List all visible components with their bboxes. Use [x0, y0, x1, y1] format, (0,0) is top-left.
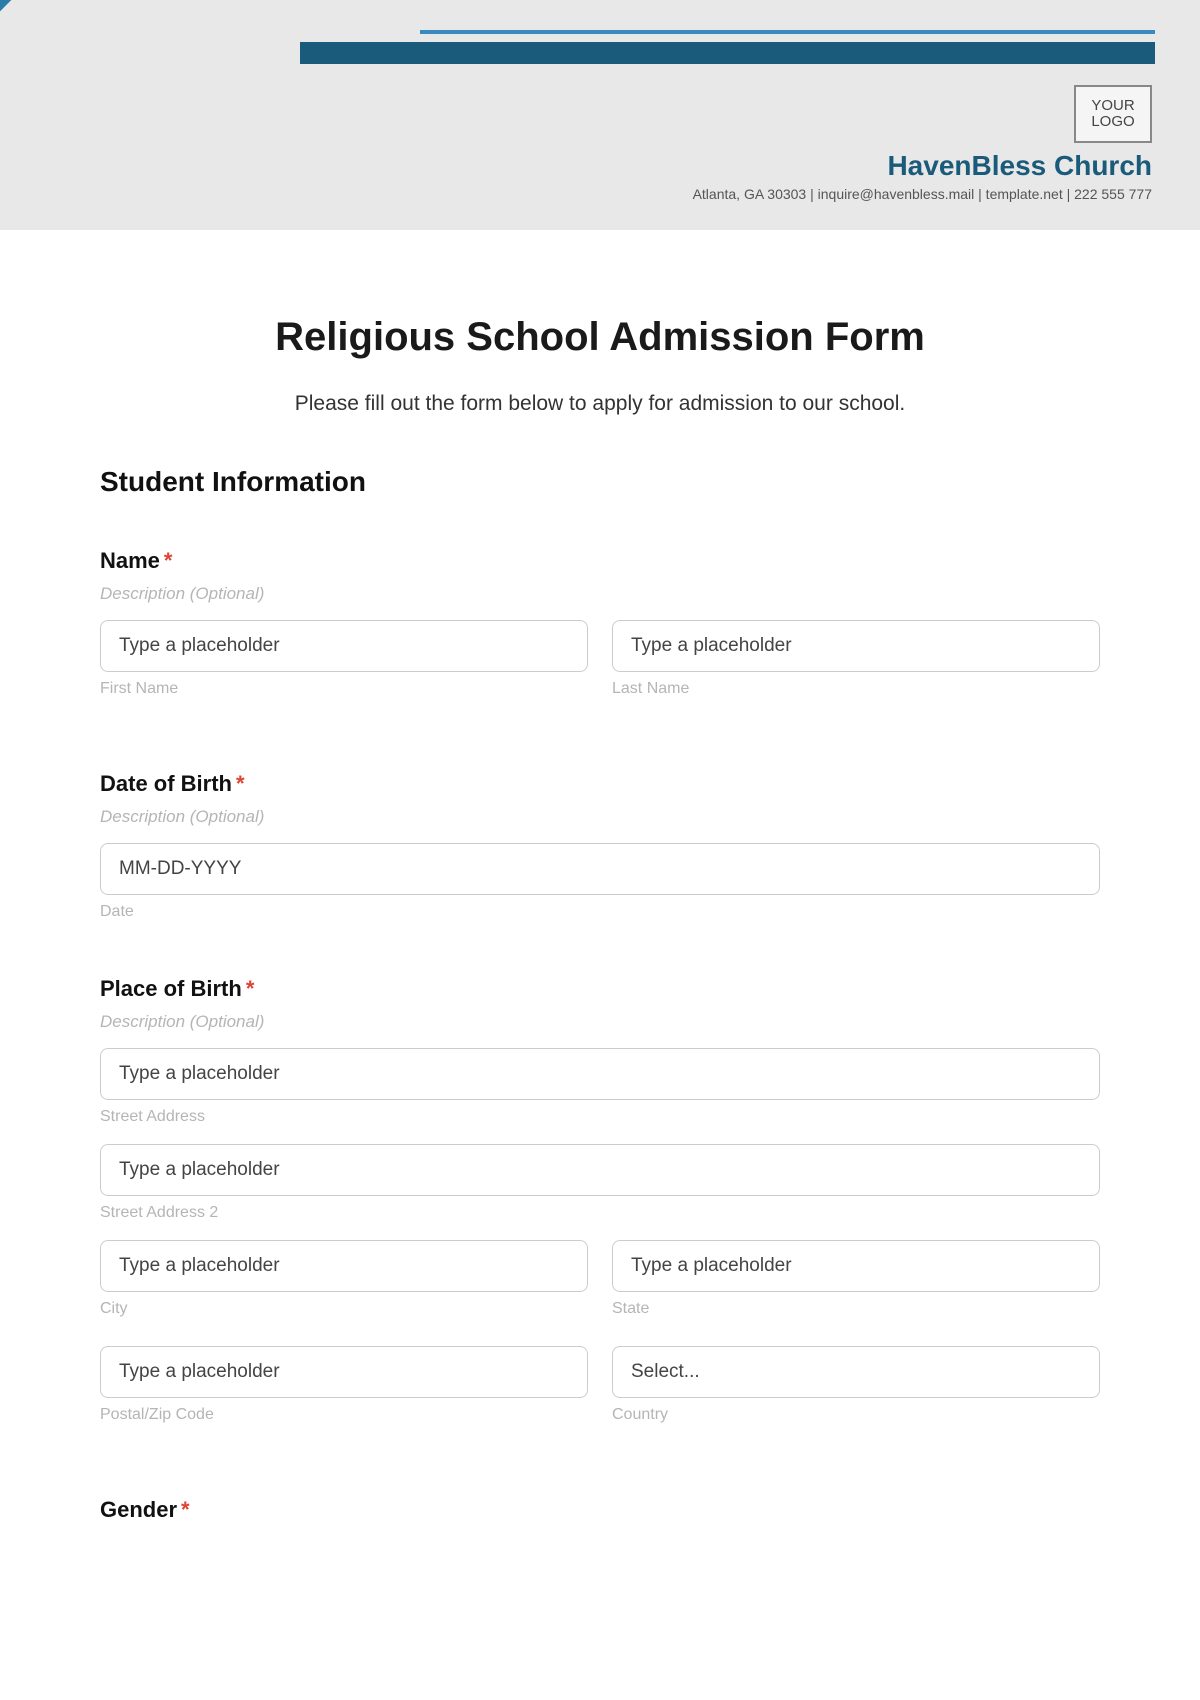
header-banner: YOUR LOGO HavenBless Church Atlanta, GA …: [0, 0, 1200, 230]
street-address-sublabel: Street Address: [100, 1108, 1100, 1126]
postal-input[interactable]: [100, 1346, 588, 1398]
last-name-sublabel: Last Name: [612, 680, 1100, 698]
street-address-input[interactable]: [100, 1048, 1100, 1100]
decor-line: [420, 30, 1155, 34]
gender-label: Gender*: [100, 1497, 1100, 1523]
field-group-gender: Gender*: [100, 1497, 1100, 1523]
form-title: Religious School Admission Form: [100, 315, 1100, 360]
dob-description: Description (Optional): [100, 807, 1100, 827]
pob-label: Place of Birth*: [100, 976, 1100, 1002]
pob-label-text: Place of Birth: [100, 976, 242, 1001]
section-student-info-title: Student Information: [100, 466, 1100, 498]
first-name-input[interactable]: [100, 620, 588, 672]
city-input[interactable]: [100, 1240, 588, 1292]
organization-name: HavenBless Church: [887, 150, 1152, 182]
name-description: Description (Optional): [100, 584, 1100, 604]
form-content: Religious School Admission Form Please f…: [0, 230, 1200, 1618]
street-address-2-sublabel: Street Address 2: [100, 1204, 1100, 1222]
form-subtitle: Please fill out the form below to apply …: [100, 392, 1100, 416]
city-sublabel: City: [100, 1300, 588, 1318]
field-group-pob: Place of Birth* Description (Optional) S…: [100, 976, 1100, 1442]
country-sublabel: Country: [612, 1406, 1100, 1424]
logo-placeholder: YOUR LOGO: [1074, 85, 1152, 143]
required-asterisk: *: [181, 1497, 190, 1522]
required-asterisk: *: [236, 771, 245, 796]
organization-contact: Atlanta, GA 30303 | inquire@havenbless.m…: [693, 186, 1152, 202]
street-address-2-input[interactable]: [100, 1144, 1100, 1196]
decor-stripe: [0, 0, 390, 46]
dob-label-text: Date of Birth: [100, 771, 232, 796]
gender-label-text: Gender: [100, 1497, 177, 1522]
state-sublabel: State: [612, 1300, 1100, 1318]
dob-label: Date of Birth*: [100, 771, 1100, 797]
decor-bar: [300, 42, 1155, 64]
last-name-input[interactable]: [612, 620, 1100, 672]
field-group-dob: Date of Birth* Description (Optional) Da…: [100, 771, 1100, 921]
dob-sublabel: Date: [100, 903, 1100, 921]
dob-input[interactable]: [100, 843, 1100, 895]
required-asterisk: *: [164, 548, 173, 573]
name-label-text: Name: [100, 548, 160, 573]
decor-stripe: [0, 0, 409, 5]
name-label: Name*: [100, 548, 1100, 574]
state-input[interactable]: [612, 1240, 1100, 1292]
first-name-sublabel: First Name: [100, 680, 588, 698]
decor-stripe: [0, 0, 396, 22]
field-group-name: Name* Description (Optional) First Name …: [100, 548, 1100, 716]
postal-sublabel: Postal/Zip Code: [100, 1406, 588, 1424]
pob-description: Description (Optional): [100, 1012, 1100, 1032]
required-asterisk: *: [246, 976, 255, 1001]
country-select[interactable]: [612, 1346, 1100, 1398]
